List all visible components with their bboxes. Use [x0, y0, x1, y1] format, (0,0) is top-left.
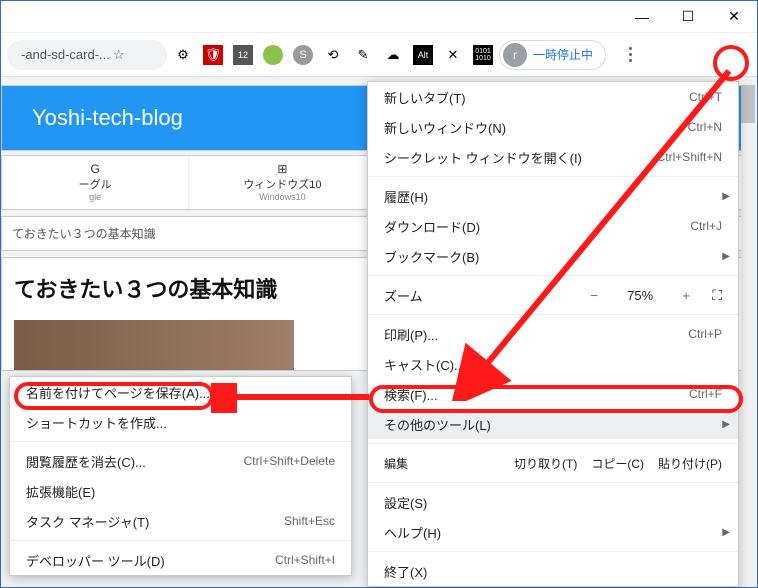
extension-icon-loop[interactable]: ⟲: [323, 45, 343, 65]
vertical-scrollbar[interactable]: [741, 79, 755, 587]
menu-item-downloads[interactable]: ダウンロード(D)Ctrl+J: [368, 211, 738, 241]
chrome-main-menu: 新しいタブ(T)Ctrl+T 新しいウィンドウ(N)Ctrl+N シークレット …: [367, 81, 739, 587]
site-title: Yoshi-tech-blog: [32, 105, 183, 131]
extension-icon-cross[interactable]: ✕: [443, 45, 463, 65]
submenu-item-create-shortcut[interactable]: ショートカットを作成...: [10, 407, 351, 437]
menu-item-incognito[interactable]: シークレット ウィンドウを開く(I)Ctrl+Shift+N: [368, 142, 738, 172]
extension-icon-alt[interactable]: Alt: [413, 45, 433, 65]
menu-item-bookmarks[interactable]: ブックマーク(B)▶: [368, 241, 738, 271]
window-titlebar: — ☐ ✕: [1, 1, 757, 33]
zoom-in-button[interactable]: +: [678, 288, 694, 303]
menu-item-cast[interactable]: キャスト(C)...: [368, 349, 738, 379]
submenu-item-extensions[interactable]: 拡張機能(E): [10, 476, 351, 506]
edit-copy[interactable]: コピー(C): [591, 455, 644, 472]
address-text: -and-sd-card-...: [21, 47, 110, 62]
menu-item-help[interactable]: ヘルプ(H)▶: [368, 517, 738, 547]
extension-icon-shield[interactable]: 🛡: [203, 45, 223, 65]
menu-item-settings[interactable]: 設定(S): [368, 487, 738, 517]
extension-icon-calendar[interactable]: 12: [233, 45, 253, 65]
article-thumbnail: [14, 320, 294, 370]
menu-item-history[interactable]: 履歴(H)▶: [368, 181, 738, 211]
extension-icon-binary[interactable]: 01011010: [473, 45, 493, 65]
edit-cut[interactable]: 切り取り(T): [514, 455, 577, 472]
nav-item[interactable]: ⊞ウィンドウズ10Windows10: [188, 156, 375, 209]
menu-item-print[interactable]: 印刷(P)...Ctrl+P: [368, 319, 738, 349]
window-close-button[interactable]: ✕: [711, 1, 757, 33]
extension-icon-brush[interactable]: ✎: [353, 45, 373, 65]
profile-paused-label: 一時停止中: [533, 46, 593, 63]
extension-icon-s[interactable]: S: [293, 45, 313, 65]
bookmark-star-icon[interactable]: ☆: [110, 47, 128, 63]
menu-zoom-row: ズーム − 75% + ⛶: [368, 280, 738, 310]
menu-item-new-tab[interactable]: 新しいタブ(T)Ctrl+T: [368, 82, 738, 112]
address-bar[interactable]: -and-sd-card-... ☆: [7, 40, 167, 70]
more-tools-submenu: 名前を付けてページを保存(A)... ショートカットを作成... 閲覧履歴を消去…: [9, 376, 352, 576]
edit-paste[interactable]: 貼り付け(P): [658, 455, 722, 472]
submenu-item-clear-history[interactable]: 閲覧履歴を消去(C)...Ctrl+Shift+Delete: [10, 446, 351, 476]
menu-item-find[interactable]: 検索(F)...Ctrl+F: [368, 379, 738, 409]
window-minimize-button[interactable]: —: [619, 1, 665, 33]
profile-paused-chip[interactable]: r 一時停止中: [499, 40, 606, 70]
zoom-out-button[interactable]: −: [586, 288, 602, 303]
nav-item[interactable]: Gーグルgle: [2, 156, 188, 209]
menu-edit-row: 編集 切り取り(T) コピー(C) 貼り付け(P): [368, 448, 738, 478]
window-maximize-button[interactable]: ☐: [665, 1, 711, 33]
zoom-level: 75%: [620, 288, 660, 303]
profile-avatar: r: [503, 43, 527, 67]
extension-icon-cloud[interactable]: ☁: [383, 45, 403, 65]
submenu-item-task-manager[interactable]: タスク マネージャ(T)Shift+Esc: [10, 506, 351, 536]
extension-icon-1[interactable]: ⚙: [173, 45, 193, 65]
menu-item-exit[interactable]: 終了(X): [368, 556, 738, 586]
extension-icon-monkey[interactable]: [263, 45, 283, 65]
submenu-item-devtools[interactable]: デベロッパー ツール(D)Ctrl+Shift+I: [10, 545, 351, 575]
menu-item-more-tools[interactable]: その他のツール(L)▶: [368, 409, 738, 439]
fullscreen-button[interactable]: ⛶: [712, 287, 722, 304]
chrome-menu-button[interactable]: [620, 47, 640, 62]
submenu-item-save-page[interactable]: 名前を付けてページを保存(A)...: [10, 377, 351, 407]
menu-item-new-window[interactable]: 新しいウィンドウ(N)Ctrl+N: [368, 112, 738, 142]
browser-toolbar: -and-sd-card-... ☆ ⚙ 🛡 12 S ⟲ ✎ ☁ Alt ✕ …: [1, 33, 757, 77]
